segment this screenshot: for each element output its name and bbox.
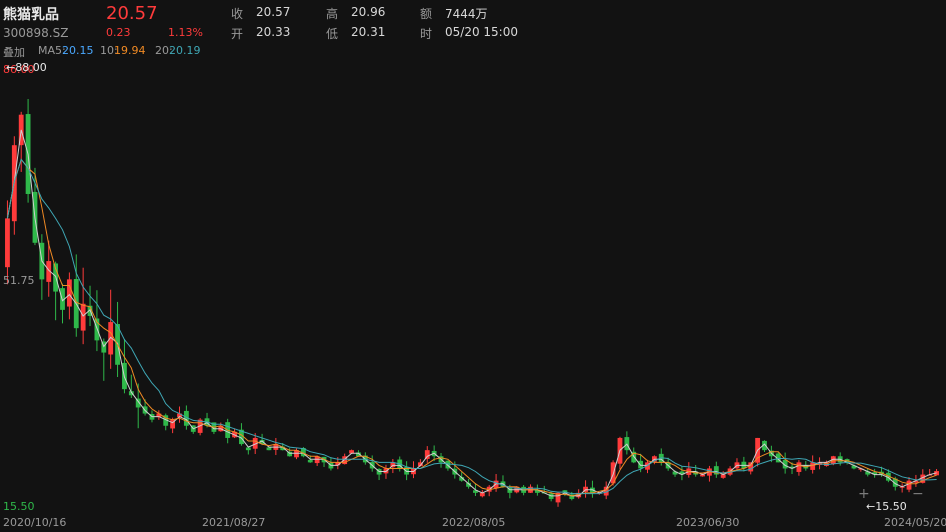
ma5-value: 20.15 [62,44,94,57]
candle-body [287,451,293,457]
time-label: 时 [420,27,433,41]
high-value: 20.96 [351,5,386,19]
stock-name: 熊猫乳品 [3,7,59,23]
axis-mid-label: 51.75 [3,274,35,287]
close-label: 收 [231,7,244,21]
low-label: 低 [326,27,339,41]
candle-body [66,279,72,307]
zoom-out-button[interactable]: − [912,486,924,502]
axis-bottom-label: 15.50 [3,500,35,513]
date-label-3: 2023/06/30 [676,516,740,529]
date-label-1: 2021/08/27 [202,516,266,529]
high-label: 高 [326,7,339,21]
date-label-0: 2020/10/16 [3,516,67,529]
min-price-marker: ←15.50 [866,500,907,513]
candle-body [906,480,912,490]
low-value: 20.31 [351,25,386,39]
max-marker-value: 88.00 [15,61,47,74]
candle-body [796,462,802,472]
zoom-in-button[interactable]: + [858,486,870,502]
price-change: 0.23 [106,26,131,39]
candle-body [80,303,86,331]
candle-body [266,447,272,451]
candle-body [424,450,430,459]
ma20-line [6,158,937,495]
kline-chart[interactable] [0,62,946,514]
ma10-value: 19.94 [114,44,146,57]
candle-body [5,218,10,268]
date-label-4: 2024/05/20 [884,516,946,529]
candle-body [245,447,251,451]
close-value: 20.57 [256,5,291,19]
overlay-button[interactable]: 叠加 [3,44,25,60]
date-label-2: 2022/08/05 [442,516,506,529]
ma5-line [6,129,937,497]
max-price-marker: ←88.00 [6,61,47,74]
ma10-line [6,158,937,497]
ma20-value: 20.19 [169,44,201,57]
arrow-icon: ← [6,61,16,74]
stock-code: 300898.SZ [3,26,69,40]
min-marker-value: 15.50 [875,500,907,513]
amount-value: 7444万 [445,7,488,21]
time-value: 05/20 15:00 [445,25,518,39]
candle-body [307,459,313,463]
amount-label: 额 [420,7,433,21]
open-label: 开 [231,27,244,41]
current-price: 20.57 [106,3,158,24]
open-value: 20.33 [256,25,291,39]
candle-body [493,480,499,489]
price-change-pct: 1.13% [168,26,203,39]
